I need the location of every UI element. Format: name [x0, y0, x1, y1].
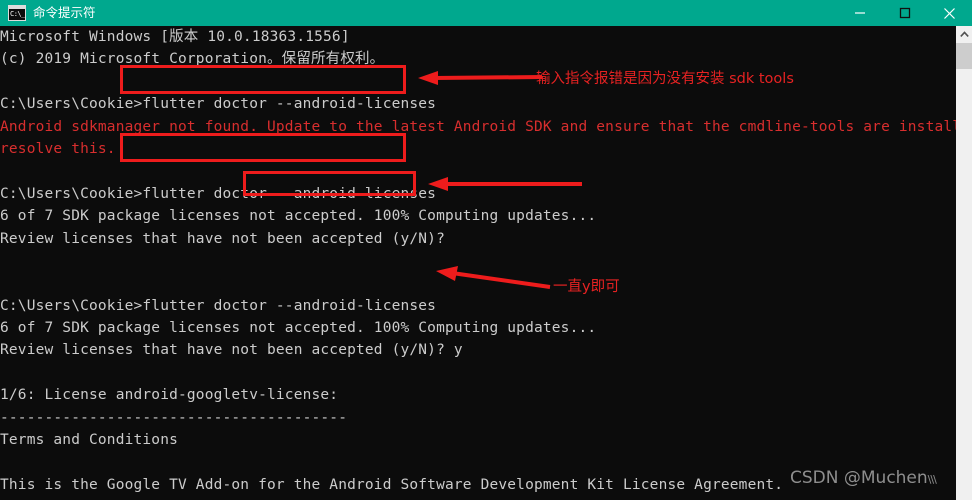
window-title: 命令提示符: [33, 5, 96, 20]
maximize-icon: [899, 7, 910, 19]
close-icon: [944, 7, 955, 19]
minimize-button[interactable]: [837, 0, 882, 26]
console-line: Review licenses that have not been accep…: [0, 342, 463, 359]
annotation-press-y: 一直y即可: [553, 279, 620, 295]
scroll-up-button[interactable]: [956, 26, 972, 43]
arrow-to-prompt-yn: [428, 177, 582, 191]
arrow-to-answer-y: [436, 266, 551, 289]
console-line: C:\Users\Cookie>flutter doctor --android…: [0, 96, 437, 113]
vertical-scrollbar[interactable]: [956, 26, 972, 500]
console-line: 1/6: License android-googletv-license:: [0, 387, 339, 404]
scrollbar-thumb[interactable]: [956, 43, 972, 69]
console-line: Android sdkmanager not found. Update to …: [0, 118, 956, 135]
maximize-button[interactable]: [882, 0, 927, 26]
chevron-up-icon: [959, 31, 969, 37]
console-line: Terms and Conditions: [0, 432, 178, 449]
arrow-to-command-1: [418, 71, 543, 85]
window-titlebar[interactable]: C:\_ 命令提示符: [0, 0, 972, 26]
console-line: 6 of 7 SDK package licenses not accepted…: [0, 320, 597, 337]
watermark-text: CSDN @Muchen: [790, 468, 928, 488]
cmd-window: C:\_ 命令提示符 Microsoft Windows [版本 10.0.18…: [0, 0, 972, 500]
console-line: Microsoft Windows [版本 10.0.18363.1556]: [0, 29, 350, 45]
watermark: CSDN @Muchen\\\: [790, 468, 937, 488]
console-icon: C:\_: [8, 5, 26, 21]
watermark-tail: \\\: [927, 473, 937, 486]
close-button[interactable]: [927, 0, 972, 26]
console-line: ---------------------------------------: [0, 409, 348, 426]
annotation-sdk-tools: 输入指令报错是因为没有安装 sdk tools: [536, 71, 794, 87]
console-line: Review licenses that have not been accep…: [0, 230, 445, 247]
minimize-icon: [854, 12, 865, 14]
console-line: C:\Users\Cookie>flutter doctor --android…: [0, 297, 437, 314]
console-line: resolve this.: [0, 140, 116, 157]
console-line: 6 of 7 SDK package licenses not accepted…: [0, 208, 597, 225]
